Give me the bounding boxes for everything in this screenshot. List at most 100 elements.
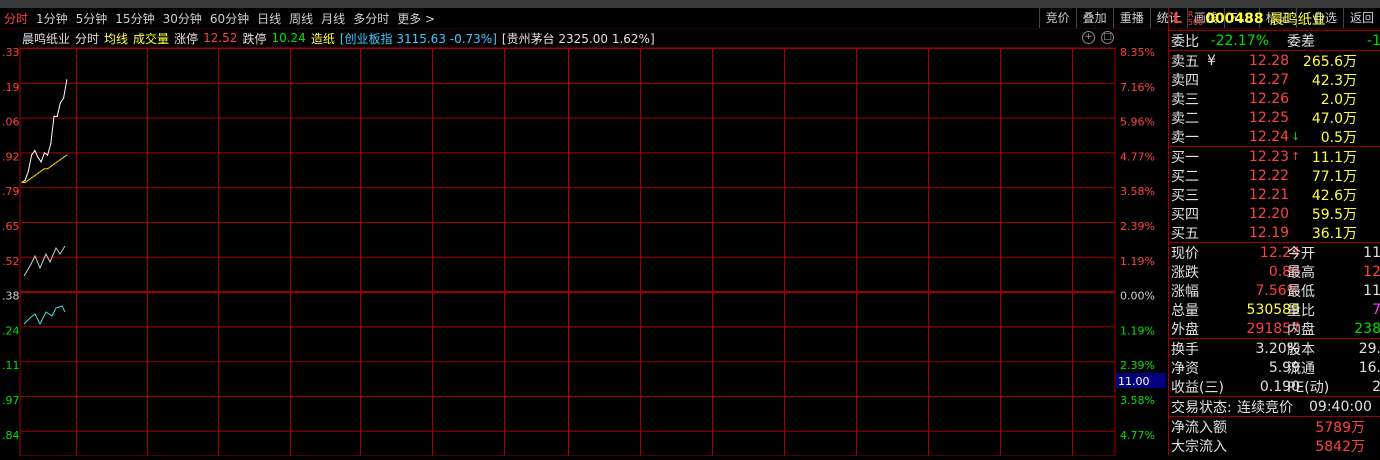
series-point-0: [31, 154, 33, 156]
y-axis-right-label: 8.35%: [1120, 46, 1155, 59]
y-axis-right-label: 5.96%: [1120, 116, 1155, 129]
up-arrow-icon: ↑: [1291, 150, 1301, 163]
fin-label-2: 流通: [1287, 360, 1315, 377]
series-point-0: [37, 156, 39, 158]
bid-price: 12.20: [1249, 205, 1290, 222]
stat-label-2: 最高: [1287, 264, 1315, 281]
stock-code: 000488: [1205, 11, 1264, 27]
fin-label: 净资: [1171, 360, 1199, 377]
ask-row-3: 卖二 12.25 47.0万: [1169, 108, 1380, 127]
stat-value-2: 11: [1363, 282, 1380, 299]
series-point-0: [24, 179, 26, 181]
period-tab-6[interactable]: 日线: [253, 10, 285, 27]
tool-button-2[interactable]: 重播: [1112, 8, 1150, 28]
volume-label: 成交量: [133, 31, 170, 46]
cursor-price-label: 11.00: [1118, 375, 1150, 388]
ask-label: 卖二: [1171, 110, 1199, 127]
sector-label[interactable]: 造纸: [311, 30, 335, 47]
period-tab-0[interactable]: 分时: [0, 10, 32, 27]
series-point-1: [31, 177, 33, 179]
series-point-0: [50, 143, 52, 145]
series-point-1: [53, 163, 55, 165]
period-tab-3[interactable]: 15分钟: [111, 10, 158, 27]
stat-row-3: 总量 530589 量比 7: [1169, 300, 1380, 319]
series-point-0: [66, 79, 68, 81]
stock-overlay[interactable]: [贵州茅台 2325.00 1.62%]: [502, 30, 655, 47]
trade-status-value: 连续竞价: [1237, 399, 1293, 416]
period-tab-1[interactable]: 1分钟: [32, 10, 72, 27]
period-tab-7[interactable]: 周线: [285, 10, 317, 27]
yen-icon: ¥: [1207, 52, 1216, 69]
bid-price: 12.19: [1249, 224, 1290, 241]
y-axis-right-label: 4.77%: [1120, 429, 1155, 442]
avg-line-label: 均线: [104, 31, 129, 46]
period-tab-4[interactable]: 30分钟: [159, 10, 206, 27]
bid-volume: 59.5万: [1311, 206, 1357, 223]
bid-row-3: 买四 12.20 59.5万: [1169, 204, 1380, 223]
ask-volume: 0.5万: [1320, 129, 1357, 146]
series-point-0: [40, 161, 42, 163]
stat-label-2: 内盘: [1287, 321, 1315, 338]
add-icon[interactable]: +: [1082, 31, 1095, 44]
period-tab-8[interactable]: 月线: [317, 10, 349, 27]
ask-volume: 47.0万: [1311, 110, 1357, 127]
series-point-1: [34, 175, 36, 177]
period-tab-10[interactable]: 更多 >: [393, 10, 439, 27]
series-point-1: [24, 181, 26, 183]
flow-row-0: 净流入额 5789万: [1169, 417, 1380, 436]
series-point-0: [59, 102, 62, 104]
index-overlay[interactable]: [创业板指 3115.63 -0.73%]: [340, 30, 497, 47]
period-tab-9[interactable]: 多分时: [349, 10, 393, 27]
fin-label: 换手: [1171, 341, 1199, 358]
limit-down-label: 跌停: [242, 31, 267, 46]
trade-status-label: 交易状态:: [1171, 399, 1232, 416]
plot-frame: [19, 47, 1116, 457]
series-point-1: [37, 172, 39, 174]
series-point-0: [53, 115, 55, 117]
bid-row-2: 买三 12.21 42.6万: [1169, 185, 1380, 204]
series-point-1: [43, 168, 46, 170]
series-point-1: [66, 154, 68, 156]
stat-label: 涨跌: [1171, 264, 1199, 281]
ask-price: 12.28: [1249, 52, 1290, 69]
fin-row-1: 净资 5.99 流通 16.: [1169, 358, 1380, 377]
settings-icon[interactable]: □: [1101, 31, 1114, 44]
flow-value: 5842万: [1315, 438, 1365, 455]
y-axis-right-label: 4.77%: [1120, 150, 1155, 163]
fin-label: 收益(三): [1171, 379, 1224, 396]
period-tab-2[interactable]: 5分钟: [72, 10, 112, 27]
bid-label: 买二: [1171, 168, 1199, 185]
ratio-value: -22.17%: [1210, 32, 1269, 49]
series-point-1: [56, 161, 58, 163]
fin-value-2: 29.: [1358, 340, 1380, 357]
ask-volume: 265.6万: [1302, 53, 1357, 70]
tool-button-0[interactable]: 竞价: [1038, 8, 1076, 28]
ask-volume: 42.3万: [1311, 72, 1357, 89]
series-point-1: [63, 156, 65, 158]
y-axis-right-label: 1.19%: [1120, 324, 1155, 337]
intraday-chart[interactable]: .33.19.06.92.79.65.52.38.24.11.97.84 8.35…: [0, 28, 1168, 457]
stat-label: 总量: [1171, 302, 1199, 319]
y-axis-left-label: .52: [2, 255, 20, 268]
diff-value: -1: [1367, 32, 1380, 49]
bid-label: 买一: [1171, 149, 1199, 166]
indicator-line-2: [23, 305, 66, 326]
ask-row-4: 卖一 12.24 ↓ 0.5万: [1169, 127, 1380, 147]
series-point-1: [27, 179, 29, 181]
stat-label-2: 量比: [1287, 302, 1315, 319]
indicator-line-1: [23, 245, 66, 277]
series-point-0: [56, 115, 58, 117]
quote-header: L R 500 000488 晨鸣纸业: [1169, 8, 1380, 31]
y-axis-left-label: .65: [2, 220, 20, 233]
ask-label: 卖四: [1171, 72, 1199, 89]
ask-volume: 2.0万: [1320, 91, 1357, 108]
stat-row-1: 涨跌 0.86 最高 12: [1169, 262, 1380, 281]
order-ratio-row: 委比 -22.17% 委差 -1: [1169, 31, 1380, 51]
limit-down-value: 10.24: [271, 31, 306, 45]
bid-price: 12.23: [1249, 148, 1290, 165]
tool-button-1[interactable]: 叠加: [1075, 8, 1113, 28]
period-tabs: 分时 1分钟 5分钟 15分钟 30分钟 60分钟 日线 周线 月线 多分时 更多 >: [0, 8, 439, 28]
chart-info-bar: 晨鸣纸业 分时 均线 成交量 涨停 12.52 跌停 10.24 造纸 [创业板…: [0, 28, 660, 48]
period-tab-5[interactable]: 60分钟: [206, 10, 253, 27]
series-point-0: [27, 170, 29, 172]
